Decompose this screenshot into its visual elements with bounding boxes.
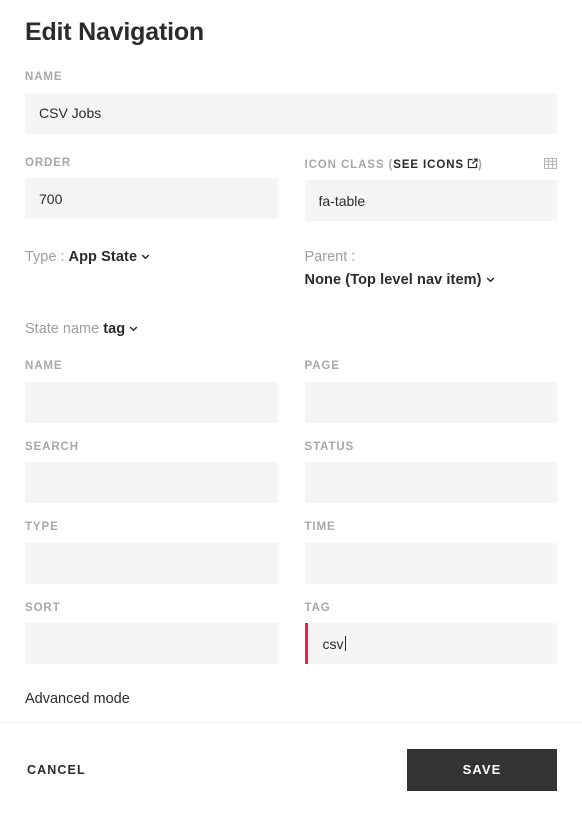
state-name-row: State name tag bbox=[25, 319, 557, 339]
name-field-group: NAME bbox=[25, 71, 557, 134]
param-input-time[interactable] bbox=[304, 542, 557, 584]
name-input[interactable] bbox=[25, 92, 557, 134]
param-row: SEARCH STATUS bbox=[25, 440, 557, 503]
icon-class-label-suffix: ) bbox=[477, 158, 483, 171]
edit-navigation-dialog: Edit Navigation NAME ORDER ICON CLASS (S… bbox=[0, 0, 582, 816]
param-field-time: TIME bbox=[304, 521, 557, 584]
state-name-value: tag bbox=[103, 321, 126, 337]
see-icons-link-text: SEE ICONS bbox=[393, 158, 464, 171]
param-field-status: STATUS bbox=[304, 440, 557, 503]
parent-select-label: Parent : bbox=[304, 249, 356, 265]
param-field-name: NAME bbox=[25, 360, 278, 423]
icon-class-field-label: ICON CLASS (SEE ICONS) bbox=[305, 158, 558, 172]
page-title: Edit Navigation bbox=[25, 18, 204, 46]
param-input-tag[interactable]: csv bbox=[304, 623, 557, 664]
chevron-down-icon bbox=[486, 270, 495, 283]
type-parent-row: Type : App State Parent : None (Top leve… bbox=[25, 247, 557, 290]
param-label-sort: SORT bbox=[25, 601, 61, 614]
parent-select-value: None (Top level nav item) bbox=[304, 272, 482, 288]
param-input-status[interactable] bbox=[304, 462, 557, 503]
advanced-mode-toggle[interactable]: Advanced mode bbox=[25, 691, 557, 707]
order-icon-row: ORDER ICON CLASS (SEE ICONS) bbox=[25, 156, 558, 222]
order-field-group: ORDER bbox=[25, 156, 278, 222]
type-select[interactable]: Type : App State bbox=[25, 247, 278, 267]
param-label-page: PAGE bbox=[304, 360, 340, 372]
param-field-type: TYPE bbox=[25, 521, 278, 584]
order-field-label: ORDER bbox=[25, 156, 72, 169]
save-button[interactable]: SAVE bbox=[407, 748, 557, 791]
icon-class-label-prefix: ICON CLASS ( bbox=[304, 158, 394, 171]
external-link-icon bbox=[467, 158, 478, 169]
param-field-tag: TAG csv bbox=[304, 601, 557, 664]
type-select-label: Type : bbox=[25, 249, 65, 265]
param-row: TYPE TIME bbox=[25, 521, 557, 584]
state-params-grid: NAME PAGE SEARCH STATUS TYPE TIME SORT T… bbox=[25, 360, 557, 664]
param-label-tag: TAG bbox=[304, 601, 331, 614]
param-field-search: SEARCH bbox=[25, 440, 278, 503]
chevron-down-icon bbox=[141, 247, 150, 260]
dialog-body: Edit Navigation NAME ORDER ICON CLASS (S… bbox=[0, 0, 582, 722]
param-row: SORT TAG csv bbox=[25, 601, 557, 664]
table-grid-icon bbox=[544, 157, 557, 170]
param-label-type: TYPE bbox=[25, 521, 59, 533]
name-field-label: NAME bbox=[25, 71, 63, 83]
state-name-label: State name bbox=[25, 321, 100, 337]
state-name-select[interactable]: State name tag bbox=[25, 319, 557, 339]
cancel-button[interactable]: CANCEL bbox=[25, 753, 88, 787]
param-input-sort[interactable] bbox=[25, 623, 278, 664]
parent-select[interactable]: None (Top level nav item) bbox=[305, 270, 558, 290]
param-input-name[interactable] bbox=[25, 381, 278, 423]
param-input-search[interactable] bbox=[25, 462, 278, 503]
param-input-page[interactable] bbox=[304, 381, 557, 423]
parent-select-label-line: Parent : bbox=[305, 247, 558, 267]
param-field-page: PAGE bbox=[304, 360, 557, 423]
type-select-value: App State bbox=[68, 249, 138, 265]
order-input[interactable] bbox=[25, 178, 278, 219]
param-field-sort: SORT bbox=[25, 601, 278, 664]
text-caret bbox=[344, 636, 346, 651]
parent-select-group: Parent : None (Top level nav item) bbox=[305, 247, 558, 290]
param-input-type[interactable] bbox=[25, 542, 278, 584]
param-label-name: NAME bbox=[25, 360, 63, 372]
dialog-footer: CANCEL SAVE bbox=[0, 722, 582, 816]
icon-class-field-group: ICON CLASS (SEE ICONS) bbox=[304, 157, 558, 221]
param-input-tag-value: csv bbox=[322, 635, 344, 652]
type-select-group: Type : App State bbox=[25, 247, 278, 290]
icon-class-input[interactable] bbox=[304, 180, 557, 221]
chevron-down-icon bbox=[129, 319, 138, 332]
param-label-status: STATUS bbox=[304, 440, 355, 453]
param-row: NAME PAGE bbox=[25, 360, 557, 423]
param-label-time: TIME bbox=[304, 521, 336, 533]
see-icons-link[interactable]: SEE ICONS bbox=[393, 158, 478, 171]
param-label-search: SEARCH bbox=[25, 440, 79, 453]
